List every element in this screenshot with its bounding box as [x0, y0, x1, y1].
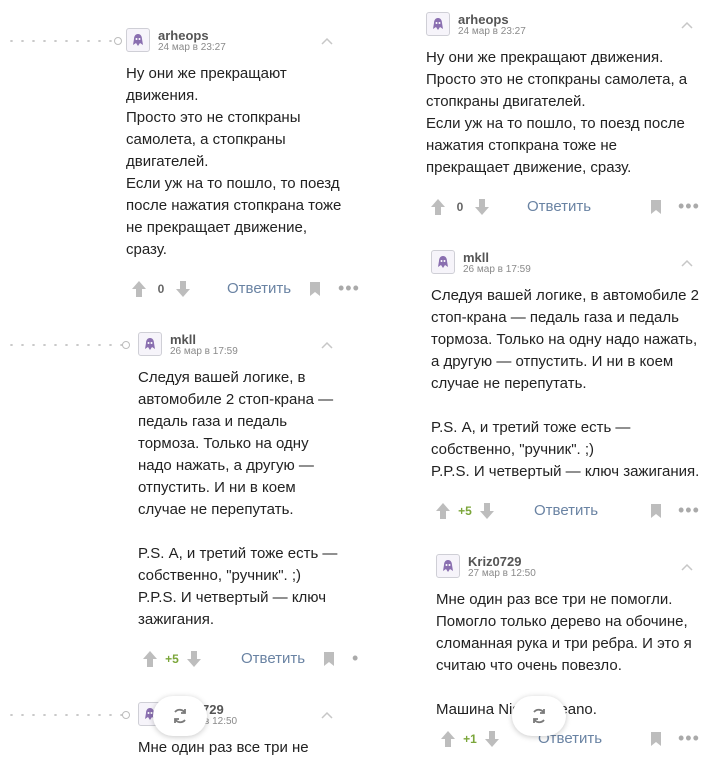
bookmark-icon[interactable] — [650, 731, 662, 747]
refresh-button[interactable] — [512, 696, 566, 736]
collapse-chevron-icon[interactable] — [679, 562, 695, 572]
author-name[interactable]: Kriz0729 — [468, 554, 521, 569]
vote-controls: +1 — [439, 729, 501, 749]
refresh-icon — [533, 708, 545, 724]
comment-body: Мне один раз все три не помогли. Помогло … — [436, 591, 692, 718]
vote-score: +1 — [463, 732, 477, 746]
more-icon[interactable]: ••• — [678, 729, 700, 747]
comment-date[interactable]: 27 мар в 12:50 — [468, 568, 536, 579]
avatar-icon[interactable] — [436, 554, 460, 578]
upvote-icon[interactable] — [439, 729, 457, 749]
comment-kriz-right: Kriz0729 27 мар в 12:50 Мне один раз все… — [0, 0, 720, 760]
downvote-icon[interactable] — [483, 729, 501, 749]
